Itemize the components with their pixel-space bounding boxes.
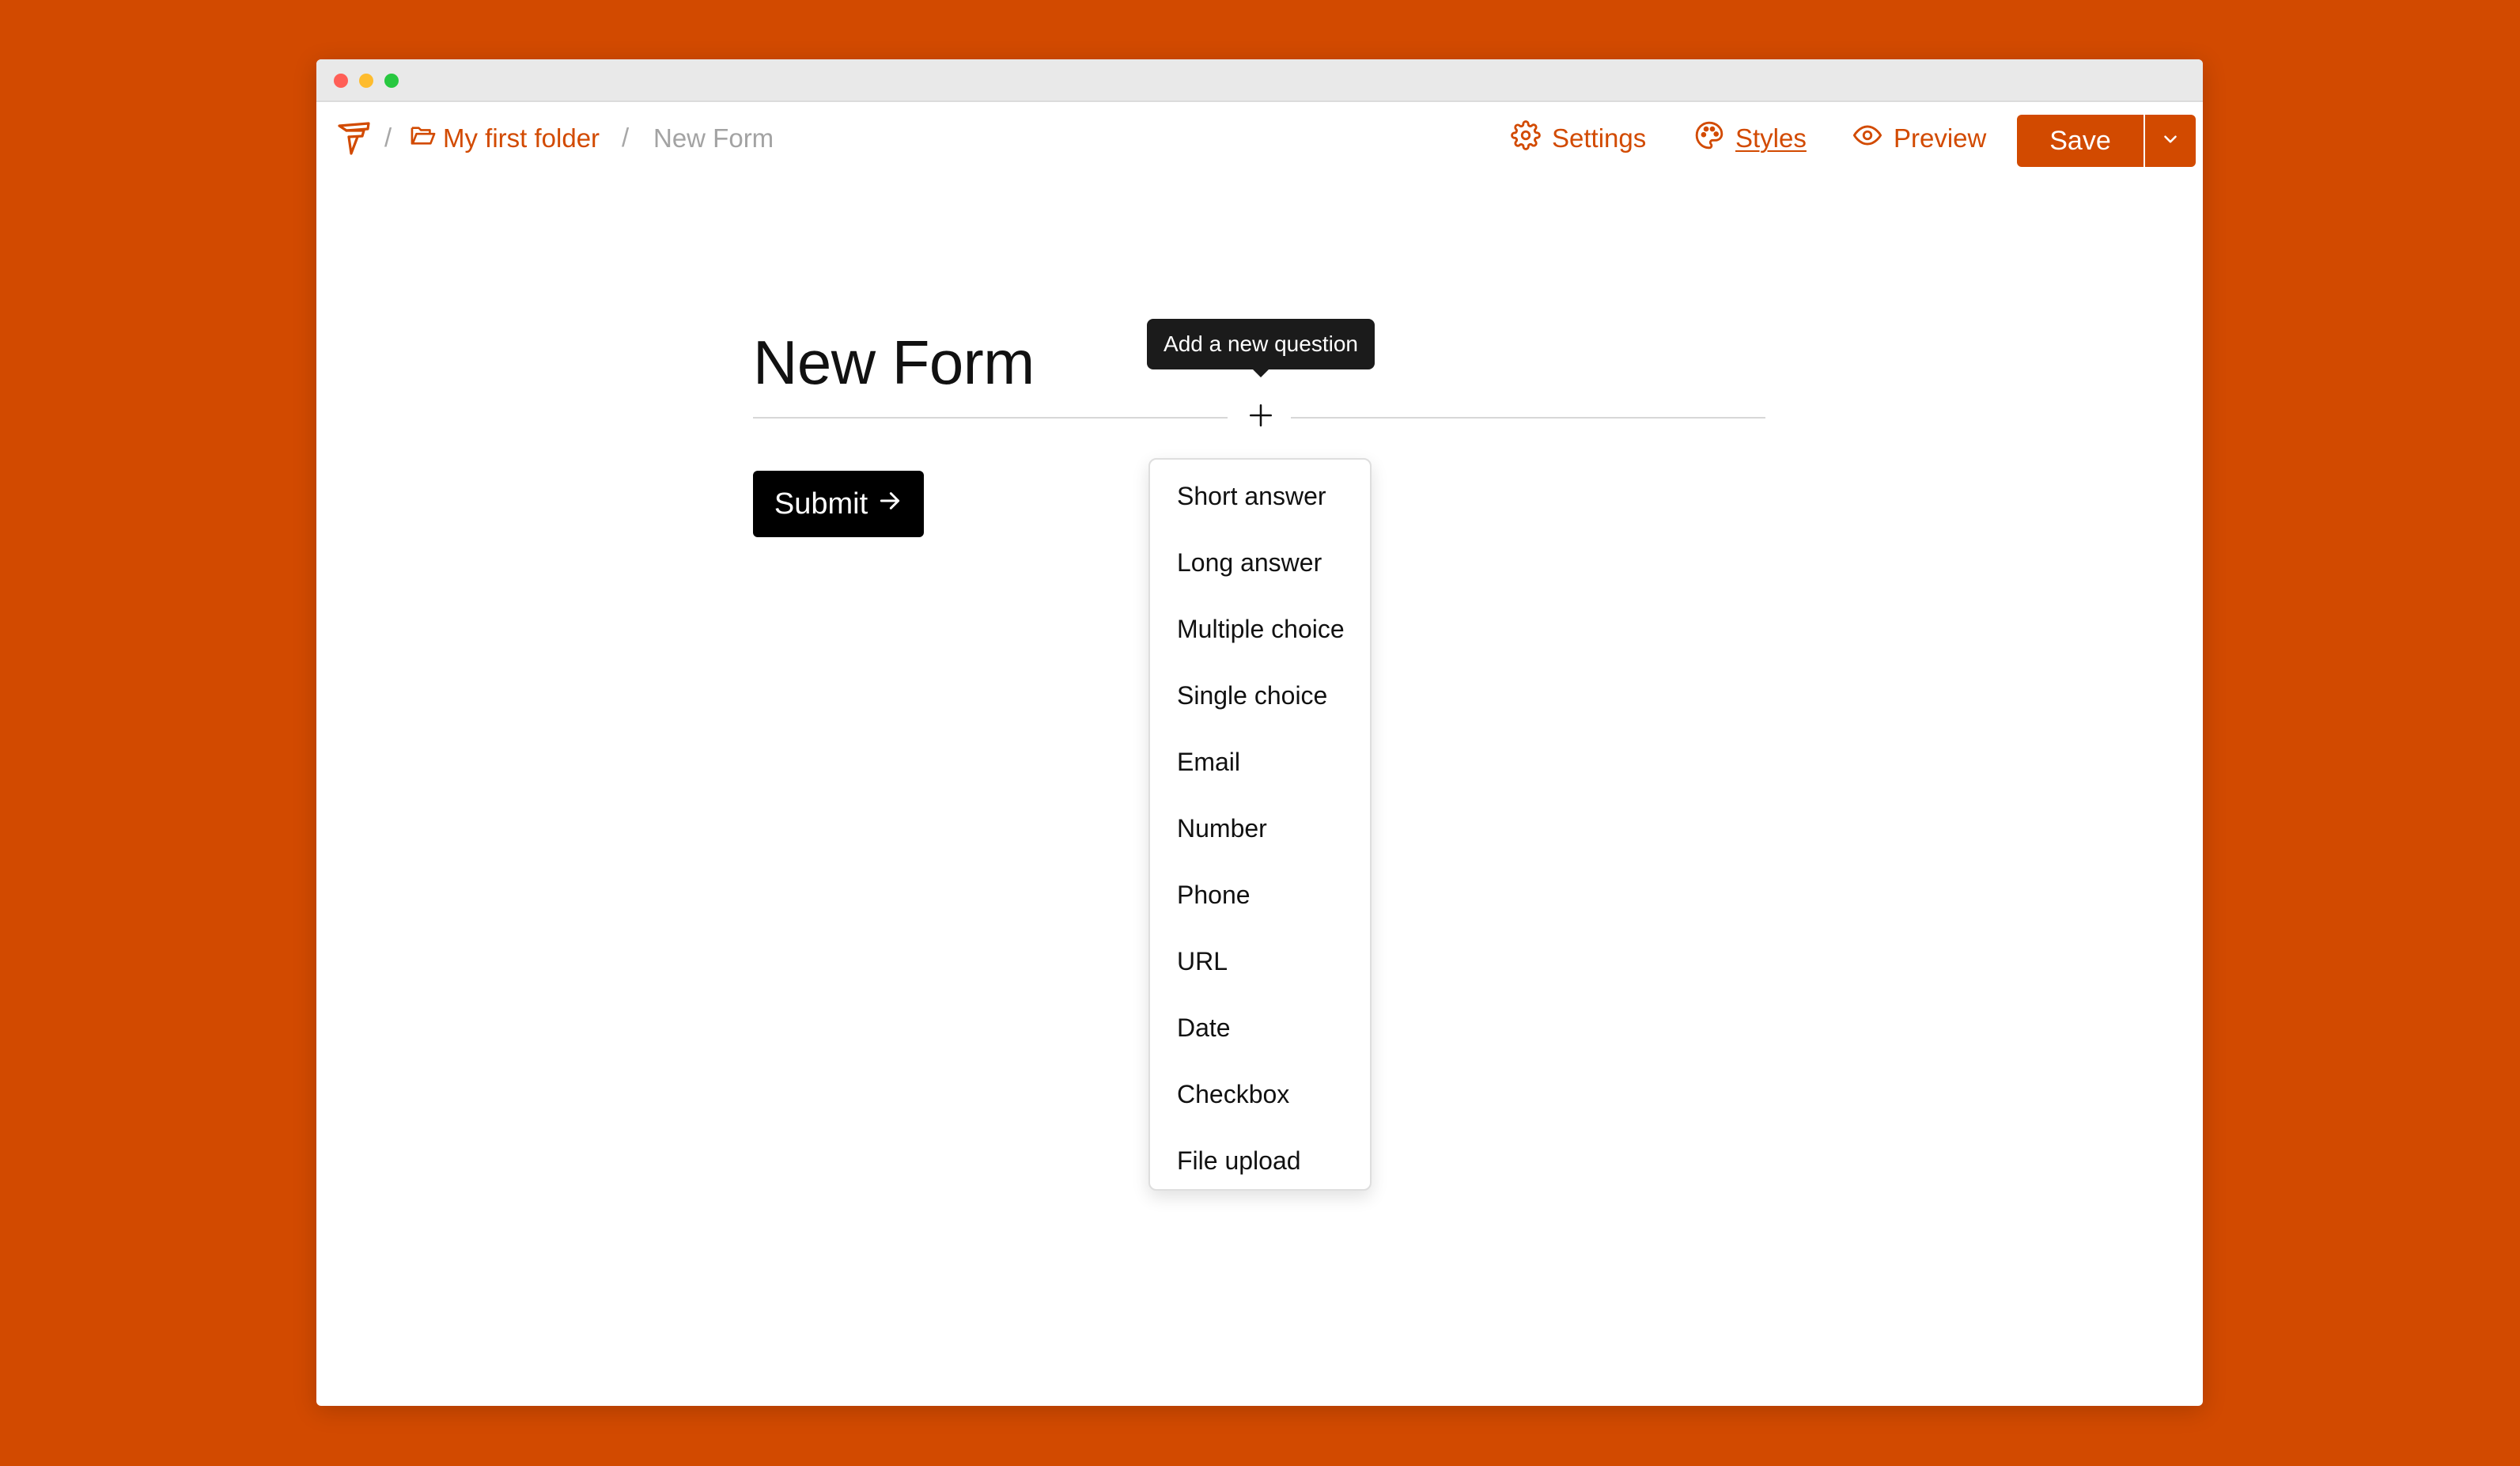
submit-label: Submit [774,487,868,521]
folder-open-icon [410,123,437,153]
gear-icon [1511,120,1541,157]
styles-button[interactable]: Styles [1694,121,1807,156]
menu-item-multiple-choice[interactable]: Multiple choice [1150,596,1370,662]
close-window-button[interactable] [334,74,348,88]
settings-label: Settings [1552,123,1647,153]
maximize-window-button[interactable] [384,74,399,88]
styles-label: Styles [1735,123,1807,153]
question-divider [1291,417,1765,419]
question-type-menu: Short answer Long answer Multiple choice… [1148,458,1372,1191]
menu-item-url[interactable]: URL [1150,928,1370,994]
preview-button[interactable]: Preview [1852,121,1986,156]
question-divider [753,417,1228,419]
breadcrumb-folder-link[interactable]: My first folder [410,121,600,156]
menu-item-single-choice[interactable]: Single choice [1150,662,1370,729]
window-titlebar [316,59,2203,102]
menu-item-file-upload[interactable]: File upload [1150,1127,1370,1194]
palette-icon [1694,120,1724,157]
menu-item-short-answer[interactable]: Short answer [1150,463,1370,529]
breadcrumb-folder-label: My first folder [443,123,600,153]
breadcrumb-current-page: New Form [653,123,774,153]
menu-item-phone[interactable]: Phone [1150,862,1370,928]
breadcrumb-separator: / [384,123,392,152]
add-question-tooltip: Add a new question [1147,319,1375,377]
submit-button[interactable]: Submit [753,471,924,537]
save-button[interactable]: Save [2017,115,2144,167]
chevron-down-icon [2160,129,2181,153]
top-bar: / My first folder / New Form Settings St… [316,102,2203,200]
form-title[interactable]: New Form [753,327,1035,399]
preview-label: Preview [1894,123,1987,153]
plus-icon [1247,402,1274,433]
menu-item-long-answer[interactable]: Long answer [1150,529,1370,596]
save-button-group: Save [2017,115,2196,167]
add-question-button[interactable] [1242,398,1280,436]
menu-item-date[interactable]: Date [1150,994,1370,1061]
app-window: / My first folder / New Form Settings St… [316,59,2203,1406]
settings-button[interactable]: Settings [1511,120,1647,157]
menu-item-number[interactable]: Number [1150,795,1370,862]
breadcrumb-separator: / [622,123,630,152]
eye-icon [1852,120,1882,157]
menu-item-checkbox[interactable]: Checkbox [1150,1061,1370,1127]
menu-item-email[interactable]: Email [1150,729,1370,795]
arrow-right-icon [877,487,902,521]
save-options-dropdown[interactable] [2145,115,2196,167]
brand-logo-icon[interactable] [337,121,373,156]
minimize-window-button[interactable] [359,74,373,88]
